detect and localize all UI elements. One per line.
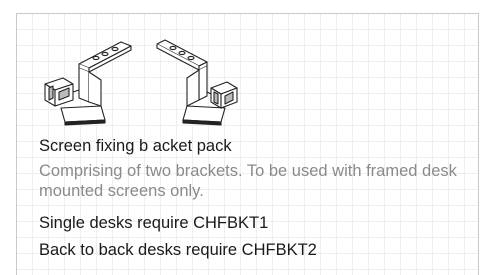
right-bracket-icon: [156, 39, 238, 126]
requirement-back-to-back-desk: Back to back desks require CHFBKT2: [39, 241, 317, 259]
product-title: Screen fixing b acket pack: [39, 137, 232, 155]
bracket-pair-image: [39, 36, 239, 128]
requirement-single-desk: Single desks require CHFBKT1: [39, 214, 269, 232]
product-description: Comprising of two brackets. To be used w…: [39, 162, 457, 200]
product-card: Screen fixing b acket pack Comprising of…: [16, 13, 479, 275]
left-bracket-icon: [44, 41, 132, 126]
